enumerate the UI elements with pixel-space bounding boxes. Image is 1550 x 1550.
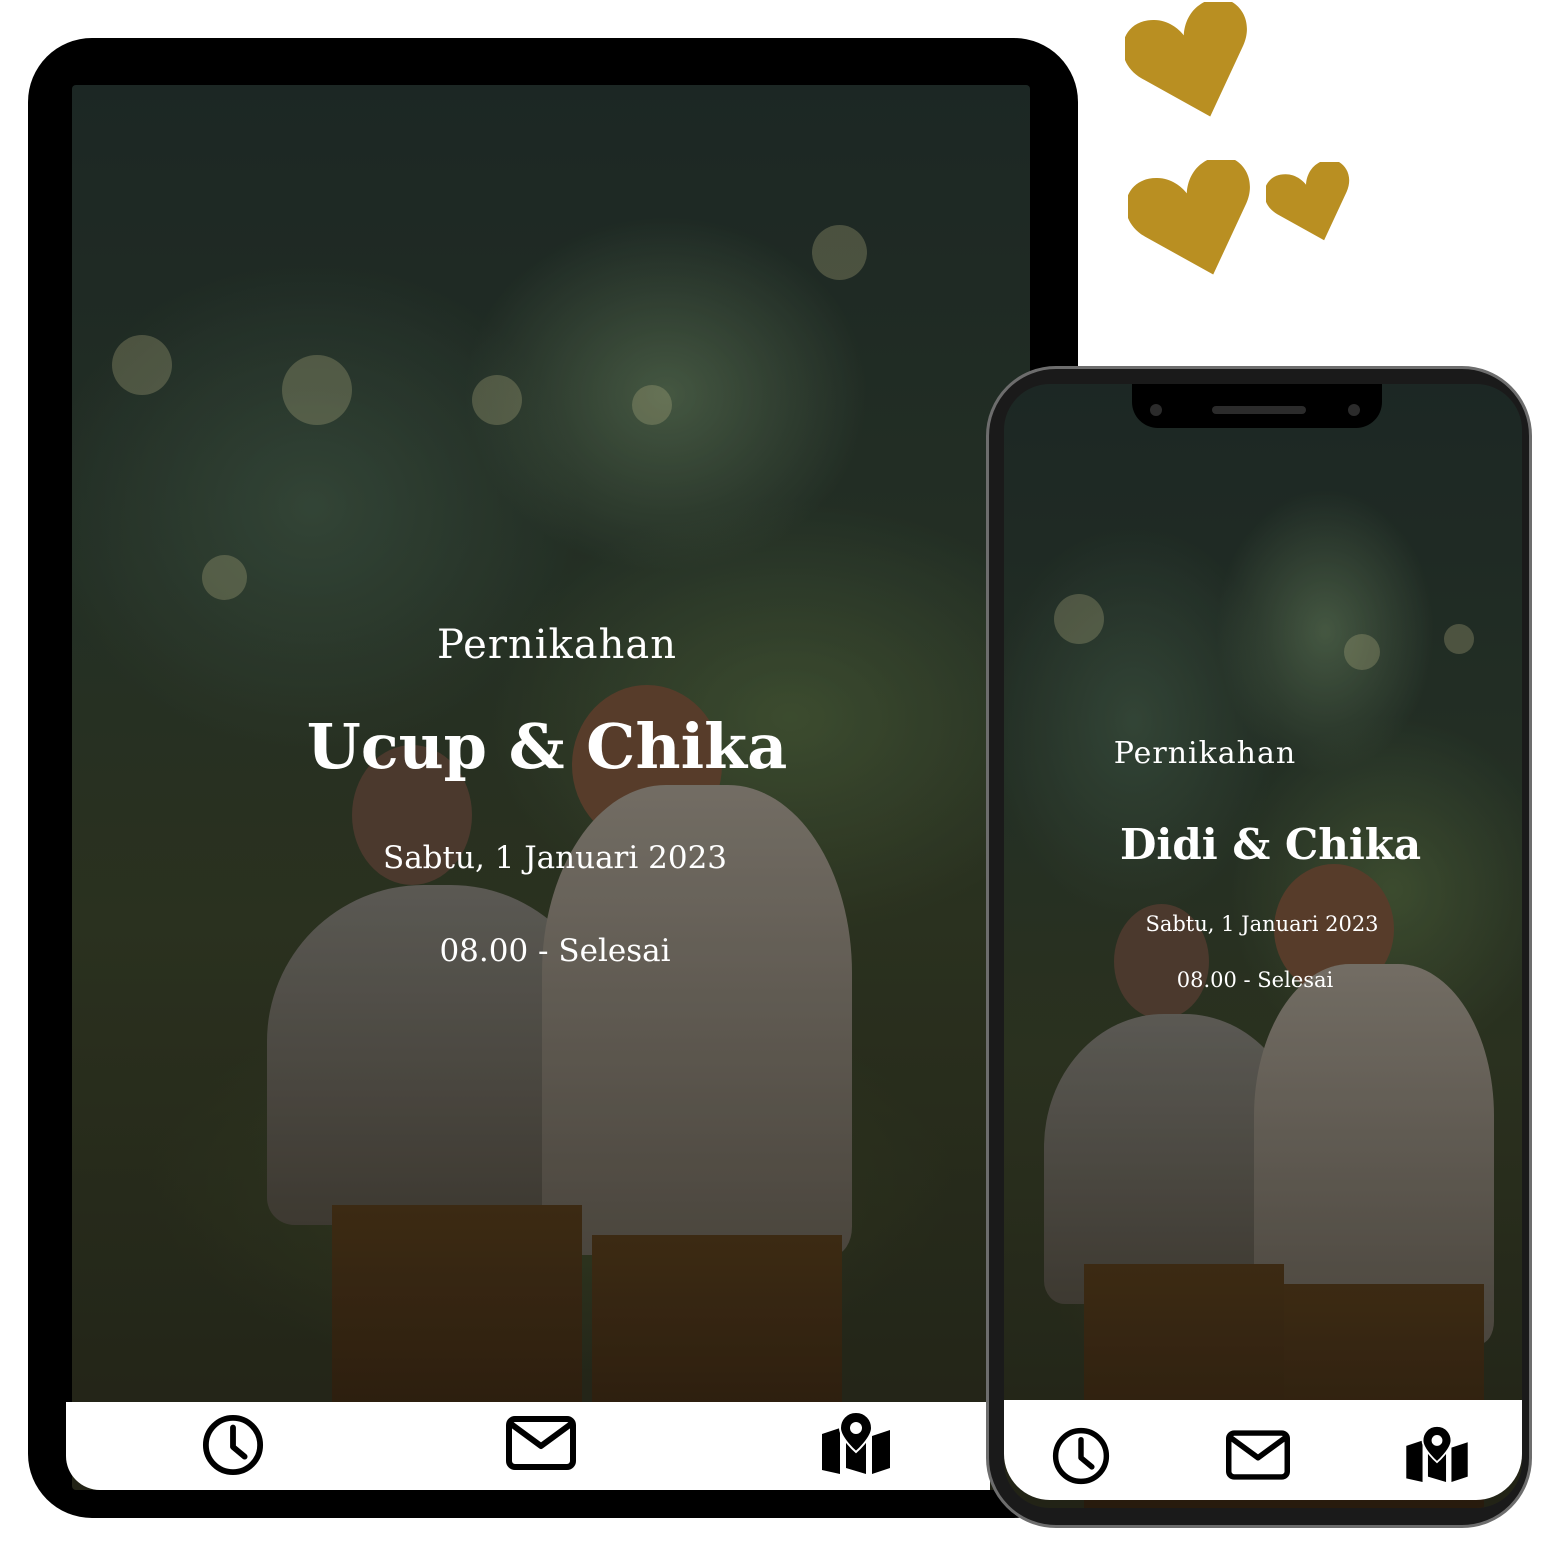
heart-icon xyxy=(1128,160,1263,280)
map-pin-icon[interactable] xyxy=(822,1412,890,1474)
event-time: 08.00 - Selesai xyxy=(439,933,671,969)
wedding-photo xyxy=(72,85,1030,1490)
envelope-icon[interactable] xyxy=(506,1416,576,1470)
tablet-bottom-nav xyxy=(66,1402,990,1490)
event-time: 08.00 - Selesai xyxy=(1176,968,1334,992)
phone-bottom-nav xyxy=(1004,1400,1522,1500)
phone-screen xyxy=(1004,384,1522,1508)
tablet-screen xyxy=(72,85,1030,1490)
wedding-photo xyxy=(1004,384,1522,1508)
event-title: Pernikahan xyxy=(437,622,677,668)
couple-names: Didi & Chika xyxy=(1120,820,1422,869)
event-date: Sabtu, 1 Januari 2023 xyxy=(382,840,728,876)
envelope-icon[interactable] xyxy=(1226,1430,1290,1480)
clock-icon[interactable] xyxy=(202,1414,264,1476)
event-title: Pernikahan xyxy=(1113,736,1297,771)
clock-icon[interactable] xyxy=(1052,1427,1110,1485)
event-date: Sabtu, 1 Januari 2023 xyxy=(1145,912,1379,936)
heart-icon xyxy=(1125,2,1260,122)
map-pin-icon[interactable] xyxy=(1406,1426,1468,1482)
heart-icon xyxy=(1266,162,1358,244)
phone-notch xyxy=(1132,384,1382,428)
couple-names: Ucup & Chika xyxy=(306,710,788,783)
